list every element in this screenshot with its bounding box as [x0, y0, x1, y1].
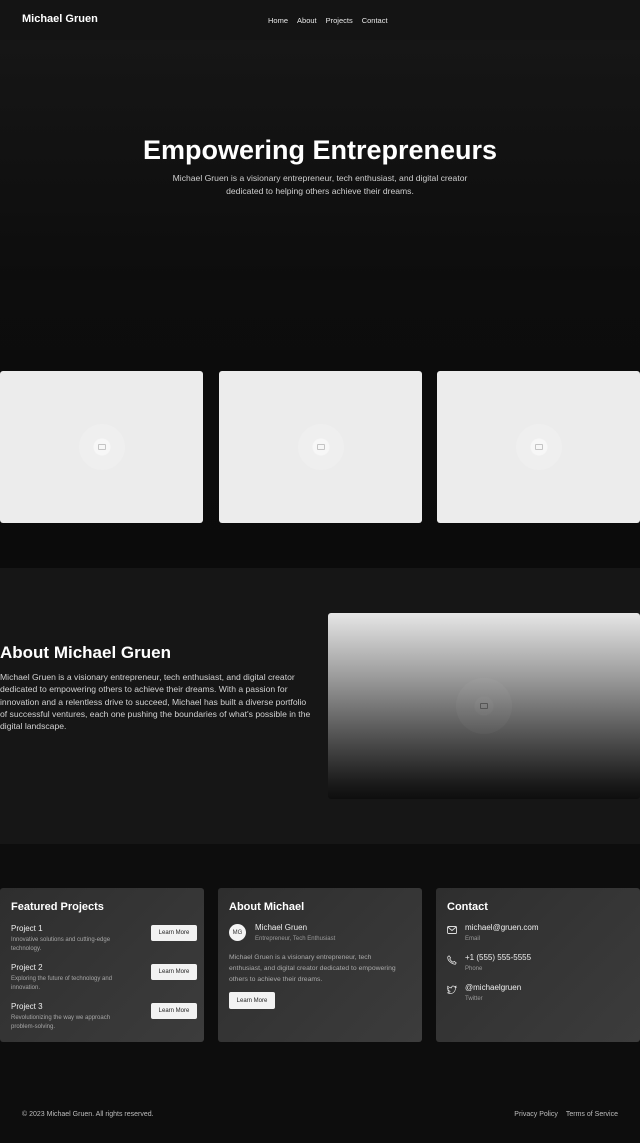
profile-role: Entrepreneur, Tech Enthusiast	[255, 936, 336, 942]
contact-title: Contact	[447, 901, 488, 913]
nav-link-projects[interactable]: Projects	[326, 16, 353, 25]
contact-label: Phone	[465, 966, 483, 972]
contact-value: michael@gruen.com	[465, 923, 539, 932]
twitter-icon	[447, 985, 457, 994]
gallery-image-3	[437, 371, 640, 523]
footer-copyright: © 2023 Michael Gruen. All rights reserve…	[22, 1111, 154, 1118]
hero-subtitle: Michael Gruen is a visionary entrepreneu…	[172, 173, 468, 196]
phone-icon	[447, 955, 457, 965]
top-navbar: Michael Gruen Home About Projects Contac…	[0, 0, 640, 40]
image-placeholder-icon	[534, 444, 543, 450]
learn-more-button[interactable]: Learn More	[151, 1003, 197, 1019]
nav-link-about[interactable]: About	[297, 16, 317, 25]
about-title: About Michael Gruen	[0, 643, 171, 662]
footer-link-terms[interactable]: Terms of Service	[566, 1111, 618, 1118]
project-desc: Revolutionizing the way we approach prob…	[11, 1015, 111, 1030]
footer-link-privacy[interactable]: Privacy Policy	[514, 1111, 558, 1118]
about-image	[328, 613, 640, 799]
project-desc: Exploring the future of technology and i…	[11, 976, 113, 991]
learn-more-button[interactable]: Learn More	[229, 992, 275, 1009]
contact-value: @michaelgruen	[465, 983, 522, 992]
nav-link-contact[interactable]: Contact	[362, 16, 388, 25]
brand-logo[interactable]: Michael Gruen	[22, 13, 98, 25]
profile-name: Michael Gruen	[255, 923, 308, 932]
contact-label: Twitter	[465, 996, 483, 1002]
profile-bio: Michael Gruen is a visionary entrepreneu…	[229, 954, 396, 983]
project-item: Project 2 Exploring the future of techno…	[11, 963, 197, 992]
image-placeholder-icon	[97, 444, 106, 450]
featured-projects-title: Featured Projects	[11, 901, 104, 913]
about-text: Michael Gruen is a visionary entrepreneu…	[0, 672, 311, 732]
featured-projects-card: Featured Projects Project 1 Innovative s…	[0, 888, 204, 1042]
project-item: Project 1 Innovative solutions and cutti…	[11, 924, 197, 953]
nav-links: Home About Projects Contact	[268, 16, 388, 25]
gallery-image-1	[0, 371, 203, 523]
avatar: MG	[229, 924, 246, 941]
contact-label: Email	[465, 936, 481, 942]
about-section: About Michael Gruen Michael Gruen is a v…	[0, 568, 640, 844]
project-desc: Innovative solutions and cutting-edge te…	[11, 937, 111, 952]
project-item: Project 3 Revolutionizing the way we app…	[11, 1002, 197, 1031]
contact-card: Contact michael@gruen.com Email +1 (555)…	[436, 888, 640, 1042]
image-placeholder-icon	[316, 444, 325, 450]
contact-value: +1 (555) 555-5555	[465, 953, 532, 962]
about-michael-title: About Michael	[229, 901, 305, 913]
image-placeholder-icon	[480, 703, 488, 709]
learn-more-button[interactable]: Learn More	[151, 964, 197, 980]
mail-icon	[447, 926, 457, 934]
learn-more-button[interactable]: Learn More	[151, 925, 197, 941]
about-michael-card: About Michael MG Michael Gruen Entrepren…	[218, 888, 422, 1042]
nav-link-home[interactable]: Home	[268, 16, 288, 25]
footer-links: Privacy Policy Terms of Service	[514, 1111, 618, 1118]
hero-title: Empowering Entrepreneurs	[142, 135, 498, 165]
gallery-image-2	[219, 371, 422, 523]
